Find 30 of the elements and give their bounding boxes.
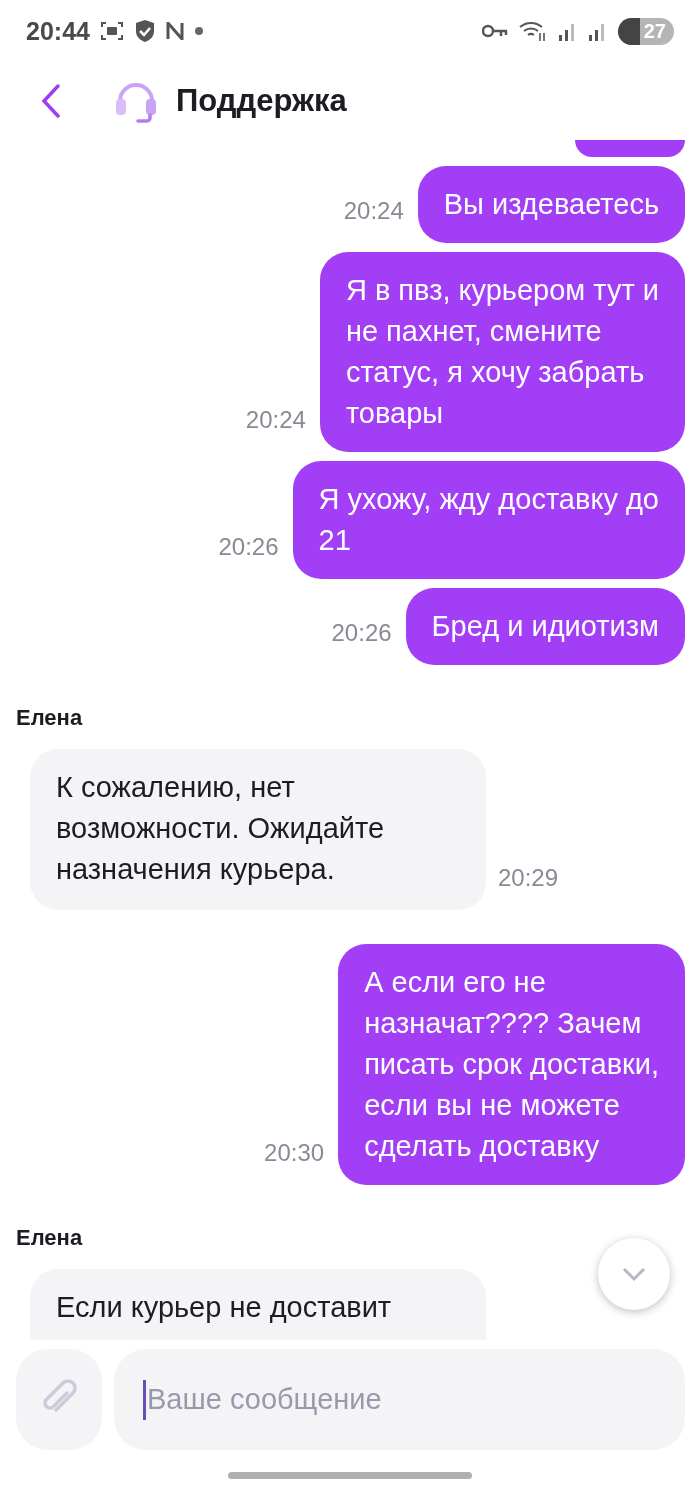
message-bubble: Если курьер не доставит <box>30 1269 486 1340</box>
wifi-icon <box>517 19 548 43</box>
shield-icon <box>133 19 156 43</box>
message-bubble: Вы издеваетесь <box>417 166 685 243</box>
chevron-left-icon <box>41 84 61 118</box>
message-time: 20:30 <box>264 1139 325 1168</box>
message-time: 20:26 <box>331 619 392 648</box>
message-time: 20:26 <box>218 533 279 562</box>
home-indicator[interactable] <box>228 1472 472 1479</box>
chat-title: Поддержка <box>176 83 347 119</box>
attach-button[interactable] <box>16 1348 102 1450</box>
message-time: 20:29 <box>498 864 559 893</box>
dot-icon <box>193 26 204 36</box>
message-bubble: А если его не назначат???? Зачем писать срок доставки, если вы не можете сделать доставку <box>338 944 685 1185</box>
chevron-down-icon <box>621 1266 647 1282</box>
message-time: 20:24 <box>343 197 404 226</box>
screenshot-icon <box>99 20 124 42</box>
message-bubble: Я в пвз, курьером тут и не пахнет, смените статус, я хочу забрать товары <box>319 252 685 452</box>
sender-name: Елена <box>16 1225 84 1251</box>
key-icon <box>481 24 508 38</box>
battery-indicator: 27 <box>617 17 674 45</box>
message-bubble: Я ухожу, жду доставку до 21 <box>292 461 685 579</box>
scroll-down-button[interactable] <box>598 1238 670 1310</box>
message-input[interactable]: Ваше сообщение <box>114 1348 685 1450</box>
n-icon <box>165 22 184 40</box>
sender-name: Елена <box>16 705 84 731</box>
message-bubble: К сожалению, нет возможности. Ожидайте назначения курьера. <box>30 749 486 910</box>
message-time: 20:24 <box>245 406 306 435</box>
message-bubble: Бред и идиотизм <box>405 588 685 665</box>
clock: 20:44 <box>26 16 90 46</box>
